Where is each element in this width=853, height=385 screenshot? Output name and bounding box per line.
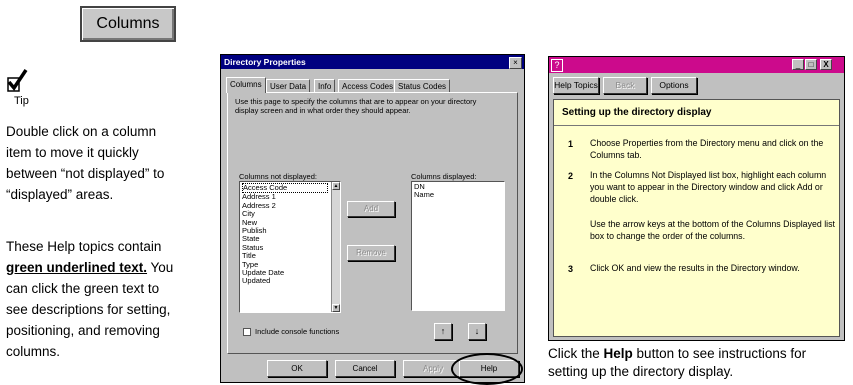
caption-line: setting up the directory display.	[548, 364, 734, 379]
step-text: Click OK and view the results in the Dir…	[590, 262, 800, 274]
options-button[interactable]: Options	[651, 77, 697, 94]
help-question-icon: ?	[551, 59, 563, 72]
caption-line: Click the Help button to see instruction…	[548, 345, 848, 363]
include-console-label: Include console functions	[255, 327, 340, 336]
step-line: Choose Properties from the Directory men…	[590, 138, 824, 148]
tip-line: “displayed” areas.	[6, 187, 114, 202]
tip-paragraph-2: These Help topics contain green underlin…	[6, 236, 212, 362]
tab-status-codes[interactable]: Status Codes	[394, 79, 451, 92]
caption-text: button to see instructions for	[632, 346, 807, 361]
tip-line: can click the green text to	[6, 281, 160, 296]
step-line: Columns tab.	[590, 150, 642, 160]
help-content: Setting up the directory display 1 Choos…	[553, 99, 840, 337]
tip-line: positioning, and removing	[6, 323, 160, 338]
help-topics-button[interactable]: Help Topics	[553, 77, 599, 94]
list-item[interactable]: Address 2	[242, 201, 338, 210]
help-title-bar: ? _ □ X	[549, 57, 844, 73]
instruction-line: display screen and in what order they sh…	[235, 106, 411, 115]
tip-line: These Help topics contain	[6, 239, 162, 254]
tab-columns[interactable]: Columns	[226, 77, 266, 93]
help-heading: Setting up the directory display	[554, 100, 839, 126]
step-text: In the Columns Not Displayed list box, h…	[590, 169, 826, 205]
tip-line: between “not displayed” to	[6, 166, 165, 181]
tip-line: green underlined text. You	[6, 257, 212, 278]
list-item[interactable]: Name	[414, 190, 502, 199]
close-icon[interactable]: X	[820, 59, 832, 70]
columns-displayed-list[interactable]: DN Name	[411, 181, 505, 311]
step-line: In the Columns Not Displayed list box, h…	[590, 170, 827, 180]
add-button[interactable]: Add	[347, 201, 395, 217]
tip-line: Double click on a column	[6, 124, 157, 139]
include-console-checkbox[interactable]	[243, 328, 251, 336]
tab-access-codes[interactable]: Access Codes	[338, 79, 398, 92]
displayed-label: Columns displayed:	[411, 172, 477, 181]
directory-properties-dialog: Directory Properties × Columns User Data…	[220, 54, 525, 383]
tab-info[interactable]: Info	[314, 79, 336, 92]
tip-line: item to move it quickly	[6, 145, 139, 160]
tip-paragraph-1: Double click on a column item to move it…	[6, 121, 212, 205]
step-line: Click OK and view the results in the Dir…	[590, 263, 800, 273]
checkmark-icon	[7, 69, 28, 92]
caption-text: Click the	[548, 346, 604, 361]
green-link-text[interactable]: green underlined text.	[6, 260, 147, 275]
tip-line: columns.	[6, 344, 61, 359]
ok-button[interactable]: OK	[267, 360, 327, 377]
step-number: 1	[568, 139, 574, 149]
step-text: Use the arrow keys at the bottom of the …	[590, 218, 835, 242]
not-displayed-label: Columns not displayed:	[239, 172, 317, 181]
step-line: Use the arrow keys at the bottom of the …	[590, 219, 835, 229]
scroll-down-icon[interactable]: ▼	[332, 304, 340, 312]
step-line: box to change the order of the columns.	[590, 231, 746, 241]
minimize-icon[interactable]: _	[792, 59, 804, 70]
close-icon[interactable]: ×	[509, 57, 522, 69]
step-text: Choose Properties from the Directory men…	[590, 137, 823, 161]
help-window: ? _ □ X Help Topics Back Options Setting…	[548, 56, 845, 341]
remove-button[interactable]: Remove	[347, 245, 395, 261]
step-line: double click.	[590, 194, 639, 204]
step-number: 3	[568, 264, 574, 274]
caption: Click the Help button to see instruction…	[548, 345, 848, 381]
list-item[interactable]: Updated	[242, 277, 338, 286]
scroll-up-icon[interactable]: ▲	[332, 182, 340, 190]
list-item[interactable]: Status	[242, 243, 338, 252]
back-button[interactable]: Back	[603, 77, 647, 94]
instructions: Use this page to specify the columns tha…	[235, 97, 476, 115]
instruction-line: Use this page to specify the columns tha…	[235, 97, 477, 106]
step-line: you want to appear in the Directory wind…	[590, 182, 823, 192]
move-down-button[interactable]: ↓	[468, 323, 486, 340]
columns-button[interactable]: Columns	[80, 6, 176, 42]
tip-line: see descriptions for setting,	[6, 302, 171, 317]
dialog-title: Directory Properties	[221, 55, 524, 69]
move-up-button[interactable]: ↑	[434, 323, 452, 340]
tab-user-data[interactable]: User Data	[266, 79, 311, 92]
columns-not-displayed-list[interactable]: Access Code Address 1 Address 2 City New…	[239, 181, 341, 313]
caption-bold: Help	[603, 346, 633, 361]
tip-label: Tip	[14, 95, 29, 107]
cancel-button[interactable]: Cancel	[335, 360, 395, 377]
tip-text: You	[147, 260, 174, 275]
arrow-up-icon: ↑	[440, 326, 446, 336]
step-number: 2	[568, 171, 574, 181]
maximize-icon[interactable]: □	[805, 59, 817, 70]
help-highlight-circle	[451, 353, 523, 385]
arrow-down-icon: ↓	[474, 326, 480, 336]
list-scrollbar[interactable]: ▲ ▼	[331, 182, 340, 312]
